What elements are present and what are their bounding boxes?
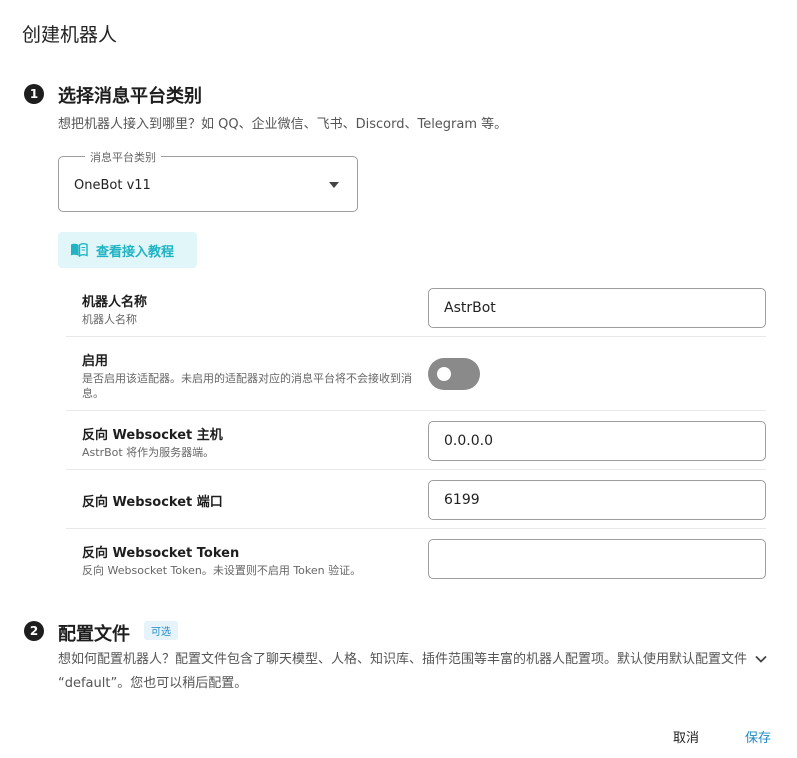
ws-host-hint: AstrBot 将作为服务器端。 bbox=[82, 446, 215, 459]
cancel-button[interactable]: 取消 bbox=[673, 727, 699, 746]
ws-port-input[interactable] bbox=[428, 480, 766, 520]
book-icon bbox=[71, 243, 88, 257]
view-tutorial-label: 查看接入教程 bbox=[96, 244, 175, 260]
chevron-down-icon[interactable] bbox=[754, 652, 768, 666]
toggle-knob bbox=[437, 367, 451, 381]
step-1-badge: 1 bbox=[24, 84, 44, 104]
bot-name-hint: 机器人名称 bbox=[82, 313, 137, 326]
platform-select[interactable]: 消息平台类别 OneBot v11 bbox=[58, 149, 358, 212]
platform-select-value: OneBot v11 bbox=[74, 178, 151, 193]
step-2-title: 配置文件 bbox=[58, 624, 130, 645]
step-2-badge: 2 bbox=[24, 621, 44, 641]
caret-down-icon bbox=[329, 182, 339, 188]
optional-badge: 可选 bbox=[144, 621, 178, 640]
create-bot-dialog: 创建机器人 1 选择消息平台类别 想把机器人接入到哪里？如 QQ、企业微信、飞书… bbox=[0, 0, 797, 758]
ws-token-label: 反向 Websocket Token bbox=[82, 546, 240, 561]
view-tutorial-button[interactable]: 查看接入教程 bbox=[58, 232, 197, 268]
ws-token-hint: 反向 Websocket Token。未设置则不启用 Token 验证。 bbox=[82, 564, 362, 577]
enable-toggle[interactable] bbox=[428, 358, 480, 390]
bot-name-input[interactable] bbox=[428, 288, 766, 328]
ws-host-label: 反向 Websocket 主机 bbox=[82, 428, 223, 443]
step-2-description: 想如何配置机器人？配置文件包含了聊天模型、人格、知识库、插件范围等丰富的机器人配… bbox=[58, 652, 748, 691]
bot-name-label: 机器人名称 bbox=[82, 295, 148, 310]
ws-port-label: 反向 Websocket 端口 bbox=[82, 495, 223, 510]
save-button[interactable]: 保存 bbox=[745, 727, 771, 746]
row-divider bbox=[66, 336, 766, 337]
step-1-description: 想把机器人接入到哪里？如 QQ、企业微信、飞书、Discord、Telegram… bbox=[58, 117, 508, 132]
row-divider bbox=[66, 528, 766, 529]
platform-select-legend: 消息平台类别 bbox=[85, 149, 161, 165]
step-1-title: 选择消息平台类别 bbox=[58, 86, 202, 107]
row-divider bbox=[66, 410, 766, 411]
ws-host-input[interactable] bbox=[428, 421, 766, 461]
row-divider bbox=[66, 469, 766, 470]
ws-token-input[interactable] bbox=[428, 539, 766, 579]
enable-label: 启用 bbox=[82, 354, 109, 369]
dialog-title: 创建机器人 bbox=[22, 24, 118, 46]
enable-hint: 是否启用该适配器。未启用的适配器对应的消息平台将不会接收到消息。 bbox=[82, 372, 412, 400]
